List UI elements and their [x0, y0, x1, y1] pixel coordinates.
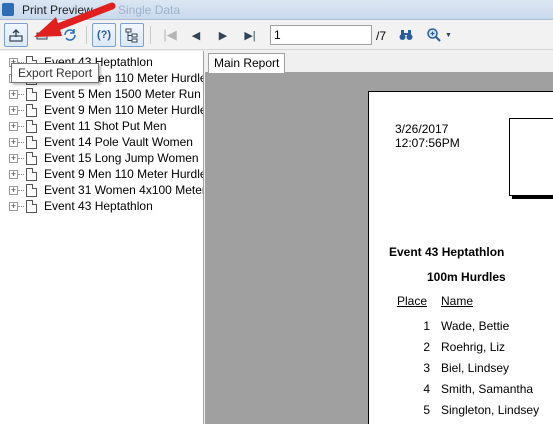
- tree-connector: [18, 189, 24, 191]
- document-icon: [26, 103, 37, 117]
- tree-connector: [18, 93, 24, 95]
- document-icon: [26, 135, 37, 149]
- result-name: Roehrig, Liz: [441, 340, 506, 354]
- result-place: 5: [423, 403, 430, 417]
- result-name: Smith, Samantha: [441, 382, 534, 396]
- result-place: 4: [423, 382, 430, 396]
- expand-icon[interactable]: +: [9, 153, 18, 163]
- previous-page-button[interactable]: ◀: [184, 23, 208, 47]
- expand-icon[interactable]: +: [9, 169, 18, 179]
- tree-item-label: Event 9 Men 110 Meter Hurdles: [44, 103, 204, 117]
- tree-connector: [18, 141, 24, 143]
- last-page-button[interactable]: ▶|: [238, 23, 262, 47]
- report-time: 12:07:56PM: [395, 136, 460, 150]
- tree-item[interactable]: + Event 31 Women 4x100 Meter R: [0, 182, 204, 198]
- next-page-icon: ▶: [218, 29, 228, 42]
- binoculars-icon: [399, 30, 413, 40]
- result-place: 2: [423, 340, 430, 354]
- tree-item[interactable]: + Event 14 Pole Vault Women: [0, 134, 203, 150]
- toolbar-separator: [150, 26, 151, 44]
- result-name: Biel, Lindsey: [441, 361, 510, 375]
- app-icon: [2, 3, 14, 16]
- zoom-dropdown[interactable]: ▼: [422, 23, 456, 47]
- result-row: 5 Singleton, Lindsey: [369, 403, 553, 419]
- expand-icon[interactable]: +: [9, 89, 18, 99]
- document-icon: [26, 151, 37, 165]
- page-number-input[interactable]: [270, 25, 372, 45]
- result-name: Wade, Bettie: [441, 319, 510, 333]
- toggle-group-tree-button[interactable]: [120, 23, 144, 47]
- expand-icon[interactable]: +: [9, 137, 18, 147]
- tree-item[interactable]: + Event 5 Men 1500 Meter Run: [0, 86, 203, 102]
- tree-item[interactable]: + Event 11 Shot Put Men: [0, 118, 203, 134]
- first-page-icon: |◀: [163, 27, 177, 42]
- document-icon: [26, 183, 37, 197]
- column-header-place: Place: [397, 294, 428, 308]
- tree-item-label: Event 9 Men 110 Meter Hurdles: [44, 167, 204, 181]
- expand-icon[interactable]: +: [9, 185, 18, 195]
- document-icon: [26, 199, 37, 213]
- result-row: 1 Wade, Bettie: [369, 319, 553, 335]
- tree-item-label: Event 31 Women 4x100 Meter R: [44, 183, 204, 197]
- tab-main-report[interactable]: Main Report: [208, 53, 286, 73]
- expand-icon[interactable]: +: [9, 121, 18, 131]
- tree-connector: [18, 125, 24, 127]
- export-report-tooltip: Export Report: [11, 63, 100, 83]
- tree-item-label: Event 43 Heptathlon: [44, 199, 153, 213]
- report-date: 3/26/2017: [395, 122, 449, 136]
- find-button[interactable]: [394, 23, 418, 47]
- next-page-button[interactable]: ▶: [211, 23, 235, 47]
- result-place: 3: [423, 361, 430, 375]
- tree-item[interactable]: + Event 43 Heptathlon: [0, 198, 203, 214]
- report-sub-title: 100m Hurdles: [427, 270, 506, 284]
- chevron-down-icon: ▼: [445, 31, 452, 39]
- tree-item[interactable]: + Event 9 Men 110 Meter Hurdles: [0, 102, 204, 118]
- tree-item-label: Event 11 Shot Put Men: [44, 119, 167, 133]
- report-event-title: Event 43 Heptathlon: [389, 245, 505, 259]
- result-row: 2 Roehrig, Liz: [369, 340, 553, 356]
- expand-icon[interactable]: +: [9, 201, 18, 211]
- report-page: 3/26/2017 12:07:56PM Event 43 Heptathlon…: [368, 91, 553, 424]
- report-tab-strip: Main Report: [205, 51, 553, 73]
- last-page-icon: ▶|: [244, 29, 256, 42]
- background-window-title: Single Data: [118, 3, 181, 17]
- tree-connector: [18, 109, 24, 111]
- document-icon: [26, 167, 37, 181]
- tree-connector: [18, 157, 24, 159]
- tree-item[interactable]: + Event 9 Men 110 Meter Hurdles: [0, 166, 204, 182]
- tree-item-label: Event 15 Long Jump Women: [44, 151, 199, 165]
- page-total: /7: [376, 29, 387, 43]
- result-place: 1: [423, 319, 430, 333]
- document-icon: [26, 119, 37, 133]
- result-row: 4 Smith, Samantha: [369, 382, 553, 398]
- report-logo-shadow: [512, 196, 553, 199]
- document-icon: [26, 87, 37, 101]
- tree-connector: [18, 205, 24, 207]
- tree-item-label: Event 14 Pole Vault Women: [44, 135, 193, 149]
- group-tree-icon: [125, 28, 138, 43]
- tree-item-label: Event 5 Men 1500 Meter Run: [44, 87, 201, 101]
- column-header-name: Name: [441, 294, 474, 308]
- expand-icon[interactable]: +: [9, 105, 18, 115]
- prev-page-icon: ◀: [191, 29, 201, 42]
- result-name: Singleton, Lindsey: [441, 403, 540, 417]
- report-logo-box: [509, 118, 553, 196]
- group-tree-panel: + Event 43 Heptathlon + Event 9 Men 110 Met…: [0, 51, 204, 424]
- annotation-arrow: [34, 2, 116, 37]
- first-page-button[interactable]: |◀: [158, 23, 182, 47]
- tree-item[interactable]: + Event 15 Long Jump Women: [0, 150, 203, 166]
- zoom-icon: [427, 28, 441, 42]
- result-row: 3 Biel, Lindsey: [369, 361, 553, 377]
- tree-connector: [18, 173, 24, 175]
- report-preview-area[interactable]: 3/26/2017 12:07:56PM Event 43 Heptathlon…: [205, 73, 553, 424]
